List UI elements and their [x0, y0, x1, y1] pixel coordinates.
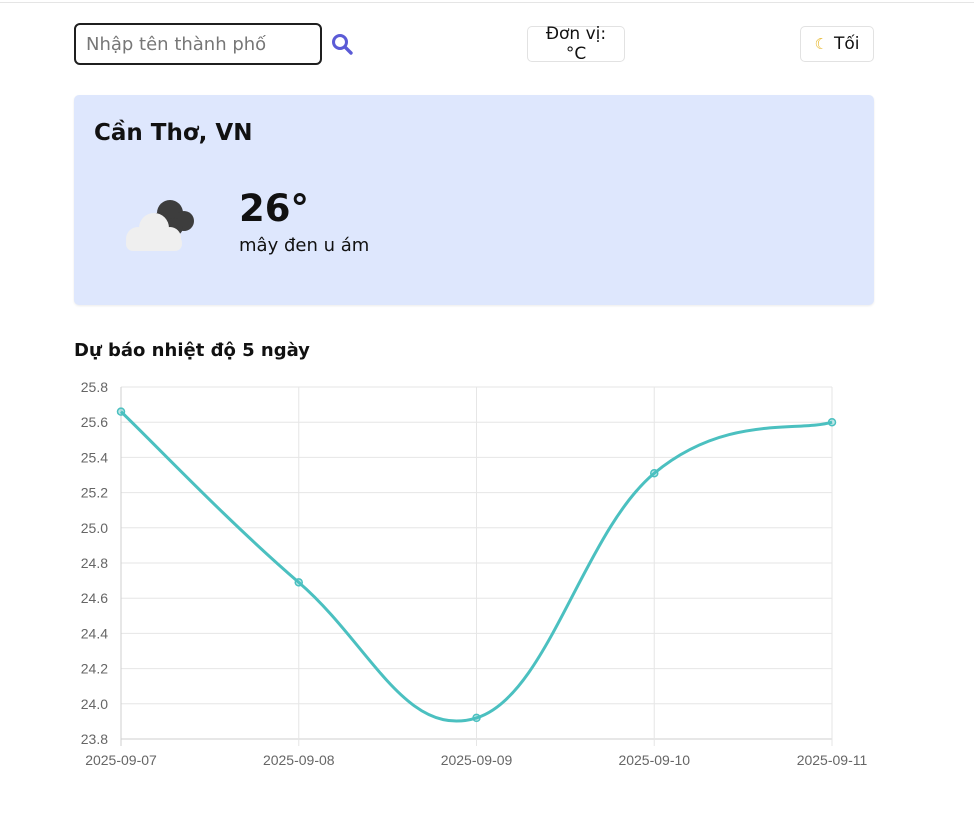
theme-toggle-button[interactable]: ☾ Tối	[800, 26, 874, 62]
forecast-line-chart: 25.8 25.6 25.4 25.2 25.0 24.8 24.6 24.4 24.2 24.0…	[81, 379, 868, 768]
theme-label: Tối	[833, 34, 860, 54]
y-tick-label: 24.6	[81, 590, 108, 606]
weather-description: mây đen u ám	[239, 235, 370, 256]
y-tick-label: 23.8	[81, 731, 108, 747]
data-point	[472, 713, 481, 723]
y-tick-label: 25.2	[81, 485, 108, 501]
x-tick-label: 2025-09-07	[85, 752, 157, 768]
x-tick-label: 2025-09-08	[263, 752, 335, 768]
current-temperature: 26°	[239, 187, 309, 230]
y-tick-label: 24.2	[81, 661, 108, 677]
y-tick-label: 24.8	[81, 555, 108, 571]
data-point	[827, 417, 837, 427]
search-input[interactable]	[74, 23, 322, 65]
forecast-title: Dự báo nhiệt độ 5 ngày	[74, 340, 310, 361]
data-point	[116, 407, 126, 416]
top-divider	[0, 2, 974, 3]
y-tick-label: 24.0	[81, 696, 108, 712]
y-tick-label: 25.8	[81, 379, 108, 395]
y-tick-label: 25.6	[81, 414, 108, 430]
x-tick-label: 2025-09-10	[618, 752, 690, 768]
current-weather-card: Cần Thơ, VN 26° mây đen u ám	[74, 95, 874, 305]
cloud-icon	[126, 200, 194, 251]
search-icon	[332, 34, 353, 55]
y-tick-label: 24.4	[81, 625, 108, 641]
y-tick-label: 25.4	[81, 449, 108, 465]
data-point	[650, 468, 659, 478]
x-tick-label: 2025-09-09	[441, 752, 513, 768]
x-tick-label: 2025-09-11	[797, 752, 868, 768]
unit-toggle-button[interactable]: Đơn vị: °C	[527, 24, 625, 64]
data-point	[294, 578, 303, 587]
city-name: Cần Thơ, VN	[94, 120, 253, 146]
y-tick-label: 25.0	[81, 520, 108, 536]
moon-icon: ☾	[814, 35, 828, 53]
search-button[interactable]	[330, 32, 354, 56]
unit-label: Đơn vị: °C	[545, 24, 607, 64]
